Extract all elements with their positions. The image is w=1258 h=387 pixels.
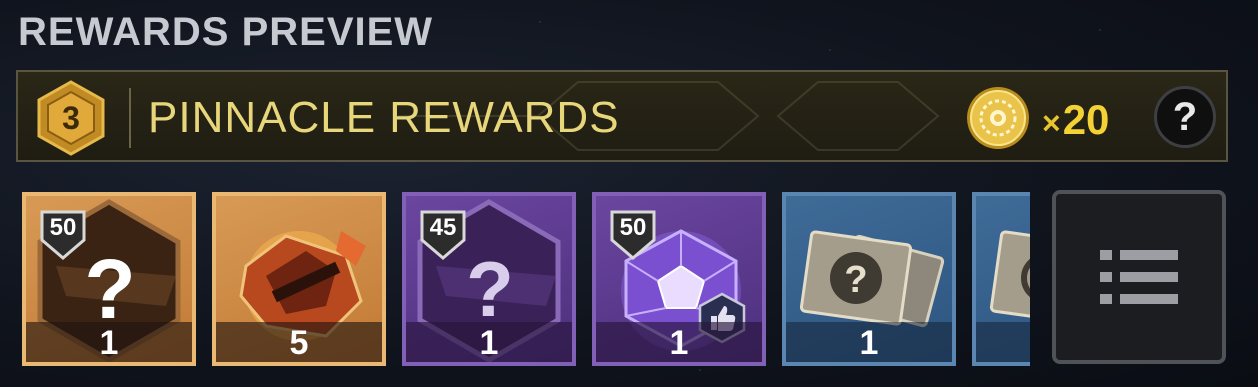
section-title: REWARDS PREVIEW (18, 10, 434, 54)
tier-badge: 3 (36, 80, 106, 156)
reward-count: 1 (669, 324, 689, 362)
divider (129, 88, 131, 148)
reward-count: 1 (859, 324, 879, 362)
power-level: 50 (49, 214, 77, 241)
multiplier-prefix: × (1042, 105, 1061, 141)
engram-coin-icon (966, 86, 1030, 150)
reward-count: 5 (289, 324, 309, 362)
reward-tile[interactable]: 50 1 (592, 192, 766, 366)
reward-multiplier: ×20 (1042, 98, 1109, 145)
reward-list: ? 50 1 5 ? 45 1 50 1 ? 1 (22, 192, 1030, 366)
view-all-rewards-button[interactable] (1052, 190, 1226, 364)
help-button[interactable]: ? (1154, 86, 1216, 148)
svg-text:?: ? (466, 245, 514, 333)
reward-count (976, 322, 1030, 362)
tier-number: 3 (62, 100, 80, 136)
power-level: 45 (429, 214, 457, 241)
reward-count: 1 (99, 324, 119, 362)
reward-count: 1 (479, 324, 499, 362)
list-icon (1100, 250, 1178, 304)
reward-tile[interactable]: ? 50 1 (22, 192, 196, 366)
reward-tile[interactable]: ? 45 1 (402, 192, 576, 366)
reward-tile[interactable]: 5 (212, 192, 386, 366)
header-title: PINNACLE REWARDS (148, 93, 620, 142)
reward-tile[interactable] (972, 192, 1030, 366)
svg-text:?: ? (844, 259, 867, 301)
power-level: 50 (619, 214, 647, 241)
pinnacle-rewards-header: 3 PINNACLE REWARDS ×20 ? (16, 70, 1228, 162)
multiplier-value: 20 (1062, 96, 1110, 143)
reward-tile[interactable]: ? 1 (782, 192, 956, 366)
